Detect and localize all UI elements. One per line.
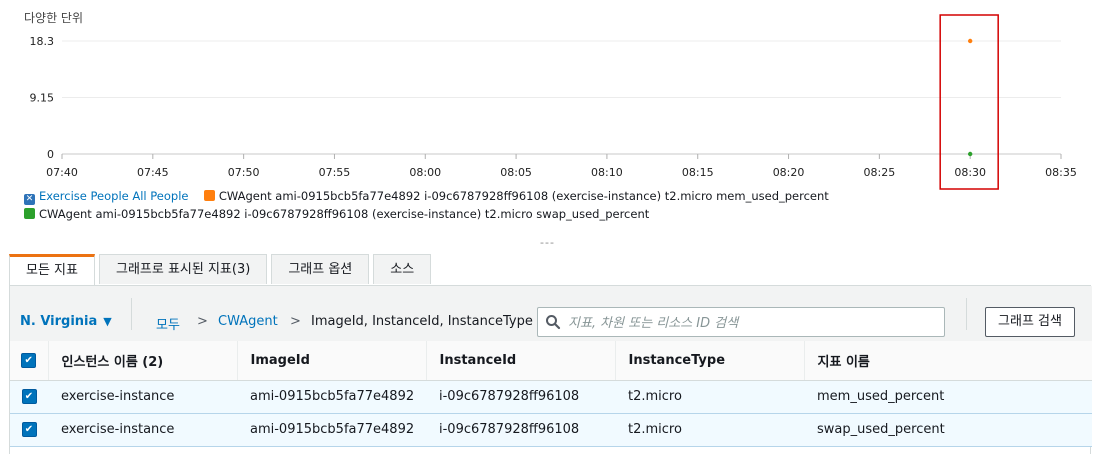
tab-bar: 모든 지표 그래프로 표시된 지표(3) 그래프 옵션 소스	[9, 254, 435, 286]
legend-row-1: ✕ Exercise People All People CWAgent ami-…	[24, 189, 829, 205]
row-checkbox[interactable]: ✔	[21, 389, 37, 404]
data-point-mem	[967, 38, 973, 44]
breadcrumb-separator: >	[290, 314, 301, 329]
column-header-metric-name[interactable]: 지표 이름	[803, 341, 1092, 381]
tab-graphed-metrics[interactable]: 그래프로 표시된 지표(3)	[98, 254, 268, 284]
x-tick-label: 07:55	[319, 166, 351, 179]
cell-instance-name: exercise-instance	[48, 412, 237, 447]
search-icon	[546, 315, 561, 330]
table-header-row: ✔ 인스턴스 이름 (2) ImageId InstanceId Instanc…	[10, 341, 1092, 381]
legend-all-people-link[interactable]: Exercise People All People	[39, 189, 189, 203]
x-tick-label: 08:15	[682, 166, 714, 179]
cell-instance-id: i-09c6787928ff96108	[426, 379, 615, 414]
metrics-panel: N. Virginia ▼ 모두 > CWAgent > ImageId, Ins…	[9, 285, 1092, 454]
toolbar-divider	[131, 298, 132, 330]
breadcrumb-all[interactable]: 모두	[156, 314, 180, 333]
cell-metric-name: mem_used_percent	[804, 379, 1092, 414]
y-tick-label: 18.3	[30, 35, 55, 48]
select-all-cell: ✔	[10, 341, 48, 381]
tab-source[interactable]: 소스	[373, 254, 432, 284]
cell-instance-type: t2.micro	[615, 412, 804, 447]
region-selector[interactable]: N. Virginia ▼	[20, 314, 112, 329]
data-point-swap	[967, 151, 973, 157]
breadcrumb-separator: >	[197, 314, 208, 329]
metrics-toolbar: N. Virginia ▼ 모두 > CWAgent > ImageId, Ins…	[10, 286, 1092, 341]
x-tick-label: 08:20	[773, 166, 805, 179]
cell-instance-id: i-09c6787928ff96108	[426, 412, 615, 447]
x-tick-label: 08:30	[954, 166, 986, 179]
legend-label-swap[interactable]: CWAgent ami-0915bcb5fa77e4892 i-09c67879…	[39, 207, 649, 221]
toggle-all-icon[interactable]: ✕	[24, 194, 35, 205]
metrics-chart: 0 9.15 18.3 07:40 07:45 07:50 07:55 08:00 08:05 0…	[30, 14, 1077, 190]
x-tick-label: 08:10	[591, 166, 623, 179]
cell-instance-type: t2.micro	[615, 379, 804, 414]
region-label: N. Virginia	[20, 314, 98, 329]
row-select-cell: ✔	[10, 379, 48, 414]
resize-handle[interactable]: ---	[540, 236, 555, 249]
cell-metric-name: swap_used_percent	[804, 412, 1092, 447]
legend-swatch-mem[interactable]	[203, 190, 215, 201]
breadcrumb-cwagent[interactable]: CWAgent	[218, 314, 278, 329]
legend-swatch-swap[interactable]	[24, 208, 35, 219]
search-input[interactable]	[566, 312, 940, 334]
cell-instance-name: exercise-instance	[48, 379, 237, 414]
table-row[interactable]: ✔ exercise-instance ami-0915bcb5fa77e489…	[10, 379, 1092, 414]
x-tick-label: 08:00	[409, 166, 441, 179]
x-tick-label: 08:05	[500, 166, 532, 179]
tab-graph-options[interactable]: 그래프 옵션	[271, 254, 370, 284]
graph-search-button[interactable]: 그래프 검색	[985, 307, 1075, 337]
row-checkbox[interactable]: ✔	[21, 422, 37, 437]
y-tick-label: 0	[47, 148, 54, 161]
table-row[interactable]: ✔ exercise-instance ami-0915bcb5fa77e489…	[10, 412, 1092, 447]
column-header-instance-type[interactable]: InstanceType	[614, 341, 804, 381]
column-header-image-id[interactable]: ImageId	[236, 341, 426, 381]
legend-row-2: CWAgent ami-0915bcb5fa77e4892 i-09c67879…	[24, 207, 649, 221]
select-all-checkbox[interactable]: ✔	[21, 352, 37, 368]
metrics-table: ✔ 인스턴스 이름 (2) ImageId InstanceId Instanc…	[10, 341, 1092, 447]
chevron-down-icon: ▼	[103, 315, 112, 328]
cell-image-id: ami-0915bcb5fa77e4892	[237, 379, 426, 414]
metric-search-box	[537, 307, 945, 337]
x-tick-label: 07:45	[137, 166, 169, 179]
column-header-instance-id[interactable]: InstanceId	[425, 341, 615, 381]
legend-label-mem[interactable]: CWAgent ami-0915bcb5fa77e4892 i-09c67879…	[219, 189, 829, 203]
tab-all-metrics[interactable]: 모든 지표	[9, 254, 95, 286]
x-tick-label: 08:35	[1045, 166, 1077, 179]
toolbar-divider	[966, 298, 967, 330]
y-tick-label: 9.15	[30, 92, 55, 105]
row-select-cell: ✔	[10, 412, 48, 447]
x-tick-label: 07:50	[228, 166, 260, 179]
x-tick-label: 08:25	[864, 166, 896, 179]
breadcrumb-current: ImageId, InstanceId, InstanceType	[311, 314, 533, 329]
x-tick-label: 07:40	[46, 166, 78, 179]
cell-image-id: ami-0915bcb5fa77e4892	[237, 412, 426, 447]
column-header-instance-name[interactable]: 인스턴스 이름 (2)	[47, 341, 237, 381]
